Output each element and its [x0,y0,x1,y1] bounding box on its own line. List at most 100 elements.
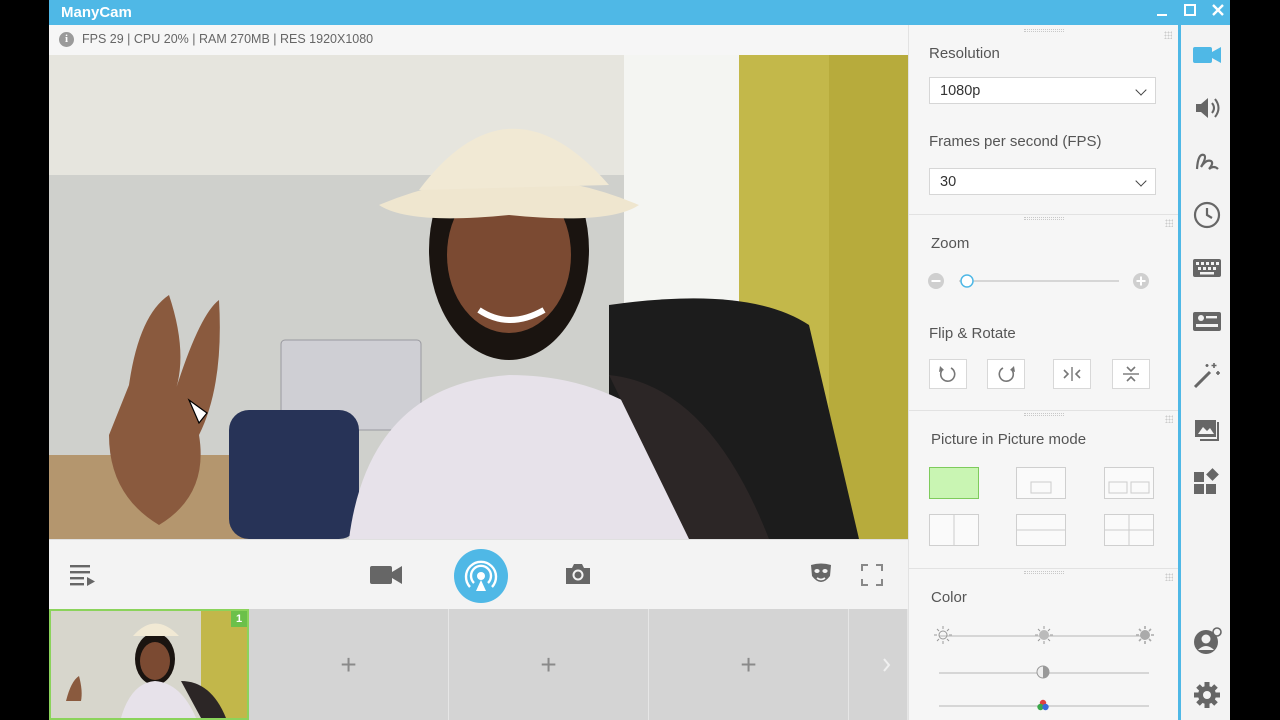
saturation-slider-handle[interactable] [1036,698,1050,712]
pip-mode-quad[interactable] [1104,514,1154,546]
lower-thirds-icon [1193,312,1221,331]
sidebar-account-button[interactable] [1192,626,1222,656]
resolution-select[interactable]: 1080p [929,77,1156,104]
maximize-icon [1184,4,1196,16]
section-grip [1024,571,1064,574]
flip-vertical-icon [1123,366,1139,382]
video-preview[interactable] [49,55,908,539]
chevron-down-icon [1135,175,1147,187]
rotate-left-icon [939,366,956,382]
sidebar-text-button[interactable] [1192,253,1222,283]
zoom-in-icon[interactable] [1132,272,1150,290]
add-source-icon: + [540,649,557,680]
pip-title: Picture in Picture mode [931,431,1087,448]
rotate-left-button[interactable] [929,359,967,389]
minimize-button[interactable] [1153,3,1171,21]
title-bar: ManyCam [49,0,1230,25]
info-icon[interactable]: i [59,32,74,47]
pip-split-horizontal-icon [1017,529,1065,531]
manycam-window: ManyCam i FPS 29 | CPU 20% | RAM 270MB |… [49,0,1230,720]
sidebar-time-button[interactable] [1192,200,1222,230]
chevron-down-icon [1135,84,1147,96]
record-video-button[interactable] [369,562,403,593]
flip-horizontal-button[interactable] [1053,359,1091,389]
flip-vertical-button[interactable] [1112,359,1150,389]
brightness-high-icon [1136,626,1154,644]
status-text: FPS 29 | CPU 20% | RAM 270MB | RES 1920X… [82,32,374,46]
source-slots: 1 + + + [49,609,908,720]
fps-value: 30 [940,174,957,190]
playlist-icon [70,565,95,586]
chevron-right-icon [883,658,891,672]
snapshot-icon [566,564,590,584]
resolution-value: 1080p [940,83,981,99]
pip-mode-single[interactable] [929,467,979,499]
flip-horizontal-icon [1063,367,1081,381]
fullscreen-button[interactable] [861,564,883,591]
image-icon [1195,420,1219,441]
source-slot-4[interactable]: + [649,609,849,720]
close-button[interactable] [1209,3,1227,21]
account-icon [1194,627,1222,654]
speaker-icon [1196,98,1220,118]
panel-handle[interactable] [1164,31,1172,39]
color-section: Color [909,568,1179,720]
sidebar-widgets-button[interactable] [1192,468,1222,498]
sidebar-effects-button[interactable] [1192,360,1222,390]
pip-mode-double-inset[interactable] [1104,467,1154,499]
brightness-slider-handle[interactable] [1034,625,1054,645]
rotate-right-icon [998,366,1015,382]
contrast-slider-handle[interactable] [1036,665,1050,679]
add-source-icon: + [740,649,757,680]
maximize-button[interactable] [1181,3,1199,21]
pip-section: Picture in Picture mode [909,410,1179,570]
sidebar-settings-button[interactable] [1192,680,1222,710]
color-title: Color [931,589,967,606]
sidebar-video-button[interactable] [1192,40,1222,70]
face-mask-icon [811,563,831,582]
keyboard-icon [1193,259,1221,277]
sidebar-images-button[interactable] [1192,414,1222,444]
next-slots-arrow[interactable] [849,609,908,720]
face-mask-button[interactable] [809,562,833,593]
pip-mode-inset[interactable] [1016,467,1066,499]
pip-mode-split-vertical[interactable] [929,514,979,546]
sidebar-lower-thirds-button[interactable] [1192,306,1222,336]
settings-icon [1194,682,1220,708]
section-handle[interactable] [1165,415,1173,423]
section-handle[interactable] [1165,573,1173,581]
close-icon [1212,4,1224,16]
zoom-section: Zoom Flip & Rotate [909,214,1179,342]
source-slot-2[interactable]: + [249,609,449,720]
broadcast-icon [454,549,508,603]
pip-mode-split-horizontal[interactable] [1016,514,1066,546]
settings-panel: Resolution 1080p Frames per second (FPS)… [908,25,1179,720]
zoom-out-icon[interactable] [927,272,945,290]
slot-number-badge: 1 [231,611,247,627]
section-grip [1024,217,1064,220]
section-grip [1024,413,1064,416]
fullscreen-icon [861,564,883,586]
status-bar: i FPS 29 | CPU 20% | RAM 270MB | RES 192… [49,25,908,55]
section-handle[interactable] [1165,219,1173,227]
zoom-slider-handle[interactable] [959,273,975,289]
sidebar-audio-button[interactable] [1192,93,1222,123]
rotate-right-button[interactable] [987,359,1025,389]
playlist-button[interactable] [69,562,97,593]
tools-sidebar [1178,25,1230,720]
drawing-icon [1195,153,1219,170]
snapshot-button[interactable] [563,561,593,592]
broadcast-button[interactable] [454,549,508,608]
minimize-icon [1157,14,1167,16]
pip-quad-icon [1105,515,1153,545]
resolution-title: Resolution [929,45,1000,62]
video-record-icon [370,566,402,584]
zoom-slider-track [959,280,1119,282]
source-slot-1[interactable]: 1 [49,609,249,720]
fps-select[interactable]: 30 [929,168,1156,195]
sidebar-draw-button[interactable] [1192,147,1222,177]
clock-icon [1193,201,1221,229]
source-thumbnail-image [51,611,247,718]
pip-inset-icon [1030,481,1052,494]
source-slot-3[interactable]: + [449,609,649,720]
